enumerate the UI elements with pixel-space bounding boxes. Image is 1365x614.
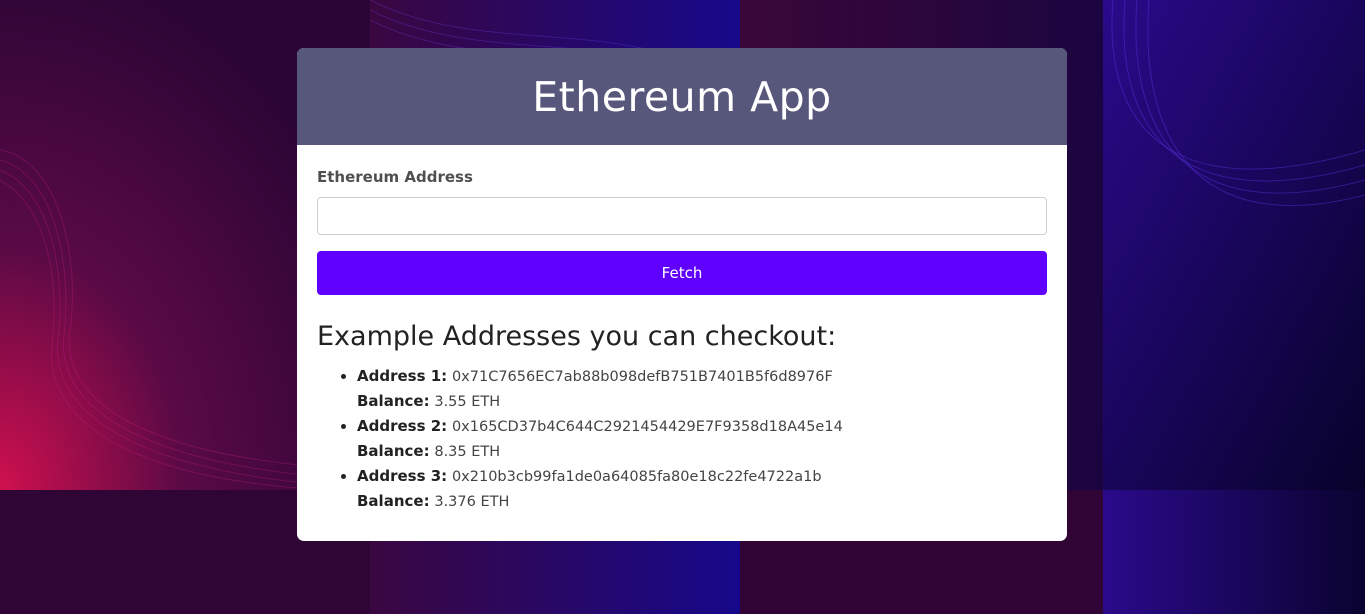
list-item: Address 1: 0x71C7656EC7ab88b098defB751B7… xyxy=(357,364,1047,414)
address-key: Address 3: xyxy=(357,467,448,485)
background-tile xyxy=(1103,490,1365,614)
address-value: 0x210b3cb99fa1de0a64085fa80e18c22fe4722a… xyxy=(451,469,822,485)
list-item: Address 3: 0x210b3cb99fa1de0a64085fa80e1… xyxy=(357,464,1047,514)
balance-value: 3.55 ETH xyxy=(434,394,501,410)
address-key: Address 1: xyxy=(357,367,448,385)
balance-key: Balance: xyxy=(357,442,430,460)
balance-key: Balance: xyxy=(357,492,430,510)
list-item: Address 2: 0x165CD37b4C644C2921454429E7F… xyxy=(357,414,1047,464)
balance-value: 3.376 ETH xyxy=(434,494,510,510)
app-title: Ethereum App xyxy=(532,72,832,121)
fetch-button[interactable]: Fetch xyxy=(317,251,1047,295)
address-input[interactable] xyxy=(317,197,1047,235)
address-key: Address 2: xyxy=(357,417,448,435)
examples-heading: Example Addresses you can checkout: xyxy=(317,321,837,352)
address-label: Ethereum Address xyxy=(317,168,473,186)
address-value: 0x165CD37b4C644C2921454429E7F9358d18A45e… xyxy=(451,419,843,435)
card-body: Ethereum Address Fetch Example Addresses… xyxy=(297,145,1067,514)
balance-key: Balance: xyxy=(357,392,430,410)
address-value: 0x71C7656EC7ab88b098defB751B7401B5f6d897… xyxy=(451,369,833,385)
balance-value: 8.35 ETH xyxy=(434,444,501,460)
examples-list: Address 1: 0x71C7656EC7ab88b098defB751B7… xyxy=(317,364,1047,514)
ethereum-app-card: Ethereum App Ethereum Address Fetch Exam… xyxy=(297,48,1067,541)
background-tile xyxy=(1103,0,1365,490)
card-header: Ethereum App xyxy=(297,48,1067,145)
